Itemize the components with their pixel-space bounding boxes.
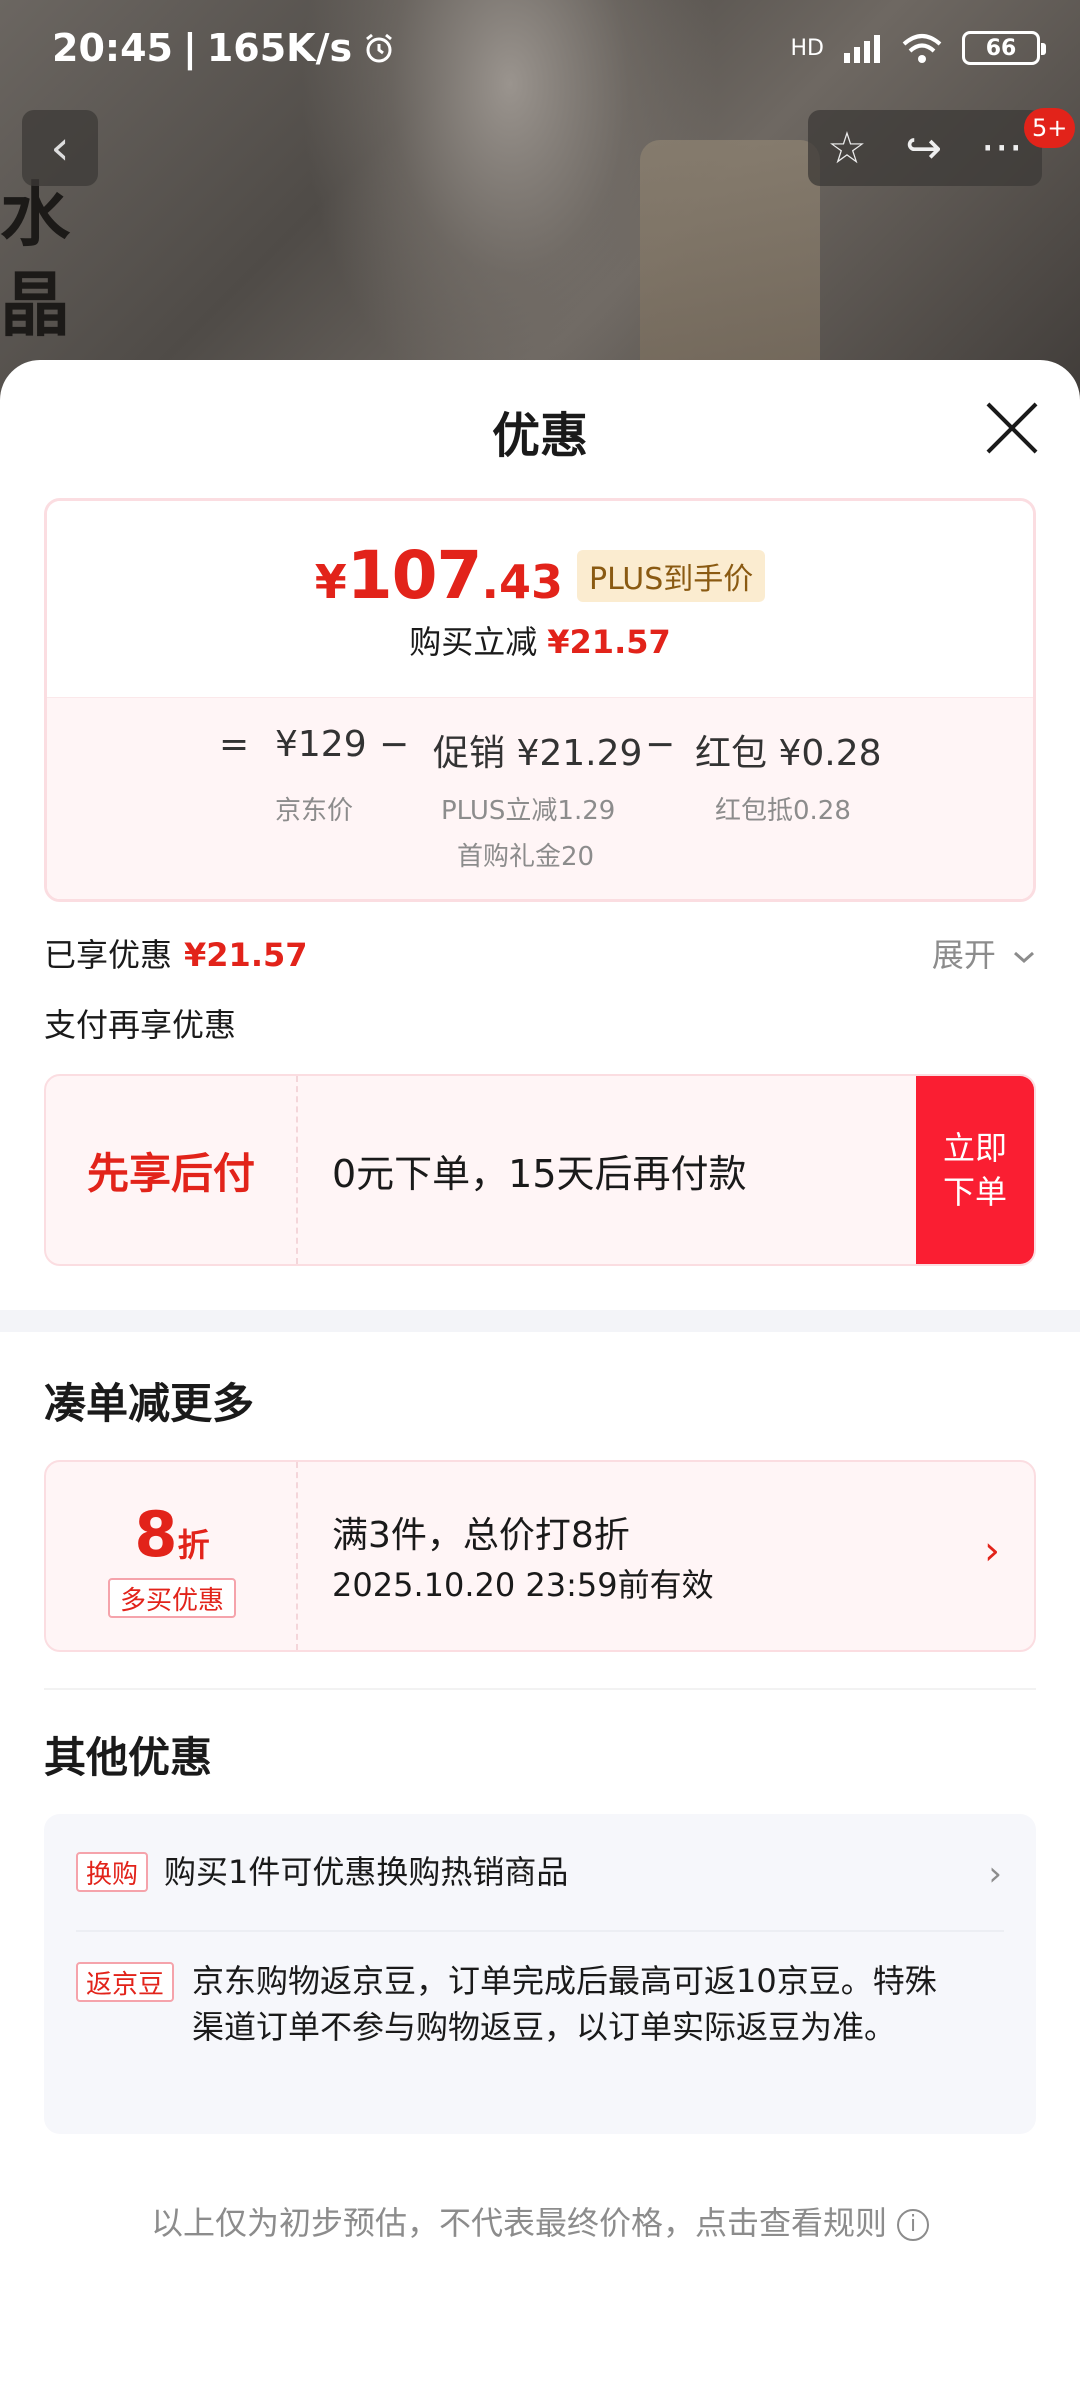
other-offers-card: 换购 购买1件可优惠换购热销商品 › 返京豆 京东购物返京豆，订单完成后最高可返… [44,1814,1036,2134]
rules-footnote[interactable]: 以上仅为初步预估，不代表最终价格，点击查看规则 i [0,2198,1080,2244]
calligraphy-text: 水晶 [0,173,70,346]
chevron-down-icon [1014,951,1034,964]
star-icon[interactable]: ☆ [827,123,866,174]
wifi-icon [902,34,942,63]
expand-button[interactable]: 展开 [932,930,1036,976]
status-time: 20:45 [52,26,173,70]
pay-more-title: 支付再享优惠 [44,1006,237,1044]
bnpl-description: 0元下单，15天后再付款 [332,1151,747,1196]
price-summary: ¥ 107 .43 PLUS到手价 购买立减 ¥21.57 [47,501,1033,697]
bundle-discount-card[interactable]: 8折 多买优惠 满3件，总价打8折 2025.10.20 23:59前有效 › [44,1460,1036,1652]
discount-sheet: 优惠 ¥ 107 .43 PLUS到手价 购买立减 ¥21.57 = ¥129 −… [0,360,1080,2400]
discount-unit: 折 [177,1526,210,1564]
bundle-validity: 2025.10.20 23:59前有效 [332,1566,714,1604]
close-icon[interactable] [982,398,1042,458]
bnpl-card[interactable]: 先享后付 0元下单，15天后再付款 立即下单 [44,1074,1036,1266]
status-left: 20:45 | 165K/s [52,26,396,70]
plus-price-tag: PLUS到手价 [576,549,766,602]
footnote-text: 以上仅为初步预估，不代表最终价格，点击查看规则 [150,2204,887,2242]
jingdou-tag: 返京豆 [76,1962,175,2002]
more-icon[interactable]: ··· [981,123,1023,174]
formula-minus-1: − [379,724,410,765]
other-section-title: 其他优惠 [44,1733,213,1782]
status-divider: | [182,26,197,70]
formula-redpacket: 红包 ¥0.28 [695,733,882,774]
buy-reduce-label: 购买立减 [409,623,538,661]
chevron-right-icon: › [984,1528,1000,1574]
battery-indicator: 66 [962,31,1046,65]
formula-equals: = [219,724,250,765]
formula-promo: 促销 ¥21.29 [433,733,643,774]
price-currency: ¥ [314,555,347,609]
chevron-right-icon: › [988,1854,1002,1894]
chevron-left-icon: ‹ [50,120,70,176]
final-price: ¥ 107 .43 PLUS到手价 [47,537,1033,614]
enjoyed-value: ¥21.57 [184,936,308,974]
buy-reduce: 购买立减 ¥21.57 [47,617,1033,663]
bundle-rule: 满3件，总价打8折 [332,1515,630,1556]
multi-buy-tag: 多买优惠 [108,1578,236,1618]
sheet-title: 优惠 [491,408,588,464]
redpacket-deduct-label: 红包抵0.28 [715,796,851,826]
price-formula: = ¥129 − 促销 ¥21.29 − 红包 ¥0.28 [47,724,1033,774]
back-button[interactable]: ‹ [22,110,98,186]
price-decimal: .43 [481,555,563,609]
jd-price-label: 京东价 [275,796,354,826]
plus-reduce-label: PLUS立减1.29 [441,796,616,826]
discount-rate: 8折 [46,1498,298,1571]
first-gift-label: 首购礼金20 [457,842,595,872]
signal-icon [844,35,880,63]
exchange-tag: 换购 [76,1852,149,1892]
price-card: ¥ 107 .43 PLUS到手价 购买立减 ¥21.57 = ¥129 − 促销… [44,498,1036,902]
status-right: HD 66 [790,31,1046,65]
divider-line [44,1688,1036,1690]
bnpl-title: 先享后付 [46,1076,298,1264]
status-speed: 165K/s [206,26,353,70]
order-now-button[interactable]: 立即下单 [916,1076,1034,1264]
network-type: HD [790,35,824,61]
alarm-clock-icon [366,33,393,63]
formula-jd-price: ¥129 [275,724,367,765]
share-icon[interactable]: ↪ [905,123,942,174]
enjoyed-label: 已享优惠 [44,936,173,974]
enjoyed-discount-row: 已享优惠 ¥21.57 展开 [44,930,1036,980]
formula-minus-2: − [645,724,676,765]
buy-reduce-value: ¥21.57 [547,623,671,661]
info-icon: i [897,2209,929,2241]
section-divider [0,1310,1080,1332]
exchange-text: 购买1件可优惠换购热销商品 [164,1853,569,1891]
discount-number: 8 [134,1498,178,1571]
status-bar: 20:45 | 165K/s HD 66 [0,0,1080,96]
offer-separator [76,1930,1004,1932]
expand-label: 展开 [931,936,996,974]
bundle-section-title: 凑单减更多 [44,1379,255,1428]
price-breakdown: = ¥129 − 促销 ¥21.29 − 红包 ¥0.28 京东价 PLUS立减… [47,697,1033,899]
price-integer: 107 [346,537,483,614]
nav-actions: ☆ ↪ ··· [808,110,1042,186]
message-badge: 5+ [1024,108,1076,148]
jingdou-text: 京东购物返京豆，订单完成后最高可返10京豆。特殊渠道订单不参与购物返豆，以订单实… [192,1962,937,2046]
discount-badge: 8折 多买优惠 [46,1462,298,1650]
